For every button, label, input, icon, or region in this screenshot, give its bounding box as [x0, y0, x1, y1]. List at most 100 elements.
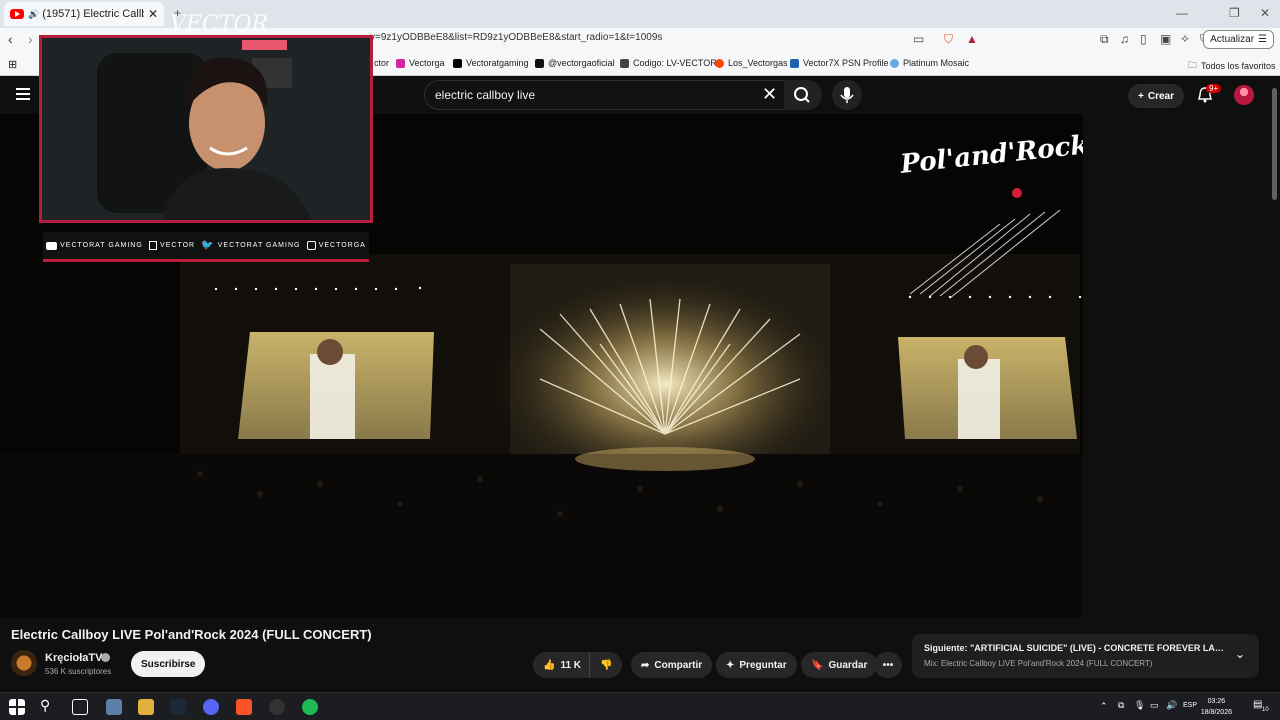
bookmark-item[interactable]: Los_Vectorgas [715, 58, 788, 68]
minimize-button[interactable]: — [1176, 6, 1188, 20]
sparkle-icon: ✦ [726, 659, 735, 671]
search-icon[interactable]: ⚲ [40, 697, 56, 713]
close-window-button[interactable]: ✕ [1260, 6, 1270, 20]
apps-icon[interactable]: ⊞ [8, 58, 17, 71]
browser-tab[interactable]: 🔊 (19571) Electric Callboy LIVE P ✕ [4, 2, 164, 26]
menu-hamburger-icon[interactable] [16, 88, 30, 100]
sidebar-icon[interactable]: ▯ [1140, 32, 1147, 46]
channel-avatar[interactable] [11, 650, 37, 676]
explorer-app-icon[interactable] [106, 699, 122, 715]
extensions-icon[interactable]: ⧉ [1100, 32, 1109, 47]
next-up-title: Siguiente: "ARTIFICIAL SUICIDE" (LIVE) -… [924, 643, 1224, 653]
update-button[interactable]: Actualizar ☰ [1203, 30, 1274, 49]
bookmark-label: Vectorga [409, 58, 445, 68]
spotify-app-icon[interactable] [302, 699, 318, 715]
tray-chevron-icon[interactable]: ⌃ [1100, 701, 1108, 712]
all-bookmarks-folder[interactable]: 🗀 Todos los favoritos [1188, 58, 1276, 74]
bookmark-label: Codigo: LV-VECTOR [633, 58, 717, 68]
subscriber-count: 536 K suscriptores [45, 667, 112, 676]
bookmark-item[interactable]: ctor [374, 58, 389, 68]
volume-icon[interactable]: 🔊 [1166, 700, 1177, 711]
chevron-down-icon[interactable]: ⌄ [1235, 647, 1245, 661]
like-button[interactable]: 👍 11 K [533, 652, 590, 678]
save-button[interactable]: 🔖 Guardar [801, 652, 878, 678]
ask-button[interactable]: ✦ Preguntar [716, 652, 797, 678]
mic-tray-icon[interactable]: 🎙 [1134, 700, 1145, 711]
bookmark-item[interactable]: @vectorgaoficial [535, 58, 615, 68]
search-input[interactable] [435, 88, 755, 102]
back-button[interactable]: ‹ [8, 31, 13, 47]
media-icon[interactable]: ♫ [1120, 32, 1129, 46]
create-button[interactable]: + Crear [1128, 84, 1184, 108]
tiktok-icon [535, 58, 544, 68]
right-stage-screen [898, 337, 1077, 439]
vector-signature: VECTOR [170, 12, 269, 37]
video-title: Electric Callboy LIVE Pol'and'Rock 2024 … [11, 627, 372, 642]
bookmark-item[interactable]: Platinum Mosaic [890, 58, 969, 68]
task-view-icon[interactable] [72, 699, 88, 715]
steam-app-icon[interactable] [170, 699, 186, 715]
language-indicator[interactable]: ESP [1183, 702, 1197, 709]
social-label: VECTORAT GAMING [60, 242, 143, 249]
ask-label: Preguntar [739, 659, 787, 671]
cast-icon[interactable]: ▭ [913, 32, 924, 46]
x-icon [453, 58, 462, 68]
folder-app-icon[interactable] [138, 699, 154, 715]
plus-icon: + [1138, 90, 1144, 102]
search-button[interactable] [784, 80, 822, 110]
maximize-button[interactable]: ❐ [1229, 6, 1240, 20]
bookmark-item[interactable]: Vectoratgaming [453, 58, 529, 68]
clock[interactable]: 03:26 18/8/2026 [1201, 696, 1232, 718]
bookmark-label: Vectoratgaming [466, 58, 529, 68]
dislike-button[interactable]: 👎 [589, 652, 623, 678]
more-actions-button[interactable]: ••• [874, 652, 902, 678]
next-up-subtitle: Mix: Electric Callboy LIVE Pol'and'Rock … [924, 659, 1153, 668]
voice-search-button[interactable] [832, 80, 862, 110]
channel-name[interactable]: KręciołaTV [45, 652, 102, 664]
bookmark-icon: 🔖 [811, 659, 824, 671]
brave-app-icon[interactable] [236, 699, 252, 715]
obs-app-icon[interactable] [269, 699, 285, 715]
share-button[interactable]: ➦ Compartir [631, 652, 713, 678]
instagram-icon [396, 58, 405, 68]
start-button-icon[interactable] [9, 699, 25, 715]
bookmark-item[interactable]: Codigo: LV-VECTOR [620, 58, 717, 68]
all-bookmarks-label: Todos los favoritos [1201, 61, 1276, 71]
bookmark-item[interactable]: Vector7X PSN Profile [790, 58, 889, 68]
social-twitter: 🐦 VECTORAT GAMING [201, 240, 300, 251]
discord-app-icon[interactable] [203, 699, 219, 715]
user-avatar[interactable] [1234, 85, 1254, 105]
network-icon[interactable]: ▭ [1150, 700, 1159, 711]
reddit-icon [715, 58, 724, 68]
close-tab-icon[interactable]: ✕ [148, 7, 158, 21]
social-label: VECTORGA [318, 242, 366, 249]
subscribe-button[interactable]: Suscribirse [131, 651, 206, 677]
folder-icon: 🗀 [1188, 60, 1198, 70]
clock-date: 18/8/2026 [1200, 709, 1232, 716]
social-instagram: VECTORGA [306, 241, 366, 250]
brave-rewards-icon[interactable]: ▲ [966, 32, 978, 46]
search-box[interactable] [424, 80, 790, 110]
bookmark-label: Los_Vectorgas [728, 58, 788, 68]
clear-search-icon[interactable]: ✕ [762, 84, 777, 105]
page-scrollbar[interactable] [1272, 88, 1277, 200]
forward-button[interactable]: › [28, 31, 33, 47]
tabs-icon[interactable]: ▣ [1160, 32, 1171, 46]
instagram-icon [306, 241, 316, 250]
next-up-panel[interactable]: Siguiente: "ARTIFICIAL SUICIDE" (LIVE) -… [912, 634, 1259, 678]
clock-time: 03:26 [1207, 698, 1226, 705]
tray-app-icon[interactable]: ⧉ [1118, 700, 1124, 711]
bookmark-label: @vectorgaoficial [548, 58, 615, 68]
streamer-image [42, 38, 370, 220]
update-label: Actualizar [1210, 34, 1255, 45]
share-label: Compartir [654, 659, 703, 671]
verified-icon [101, 653, 110, 662]
leo-icon[interactable]: ✧ [1180, 32, 1190, 46]
url-field[interactable]: v=9z1yODBBeE8&list=RD9z1yODBBeE8&start_r… [370, 32, 662, 43]
youtube-icon [10, 9, 24, 19]
notifications-badge: 9+ [1206, 84, 1222, 93]
psn-icon [790, 58, 799, 68]
thumbs-up-icon: 👍 [543, 659, 556, 671]
bookmark-item[interactable]: Vectorga [396, 58, 445, 68]
brave-shield-icon[interactable]: ⛉ [944, 32, 953, 47]
